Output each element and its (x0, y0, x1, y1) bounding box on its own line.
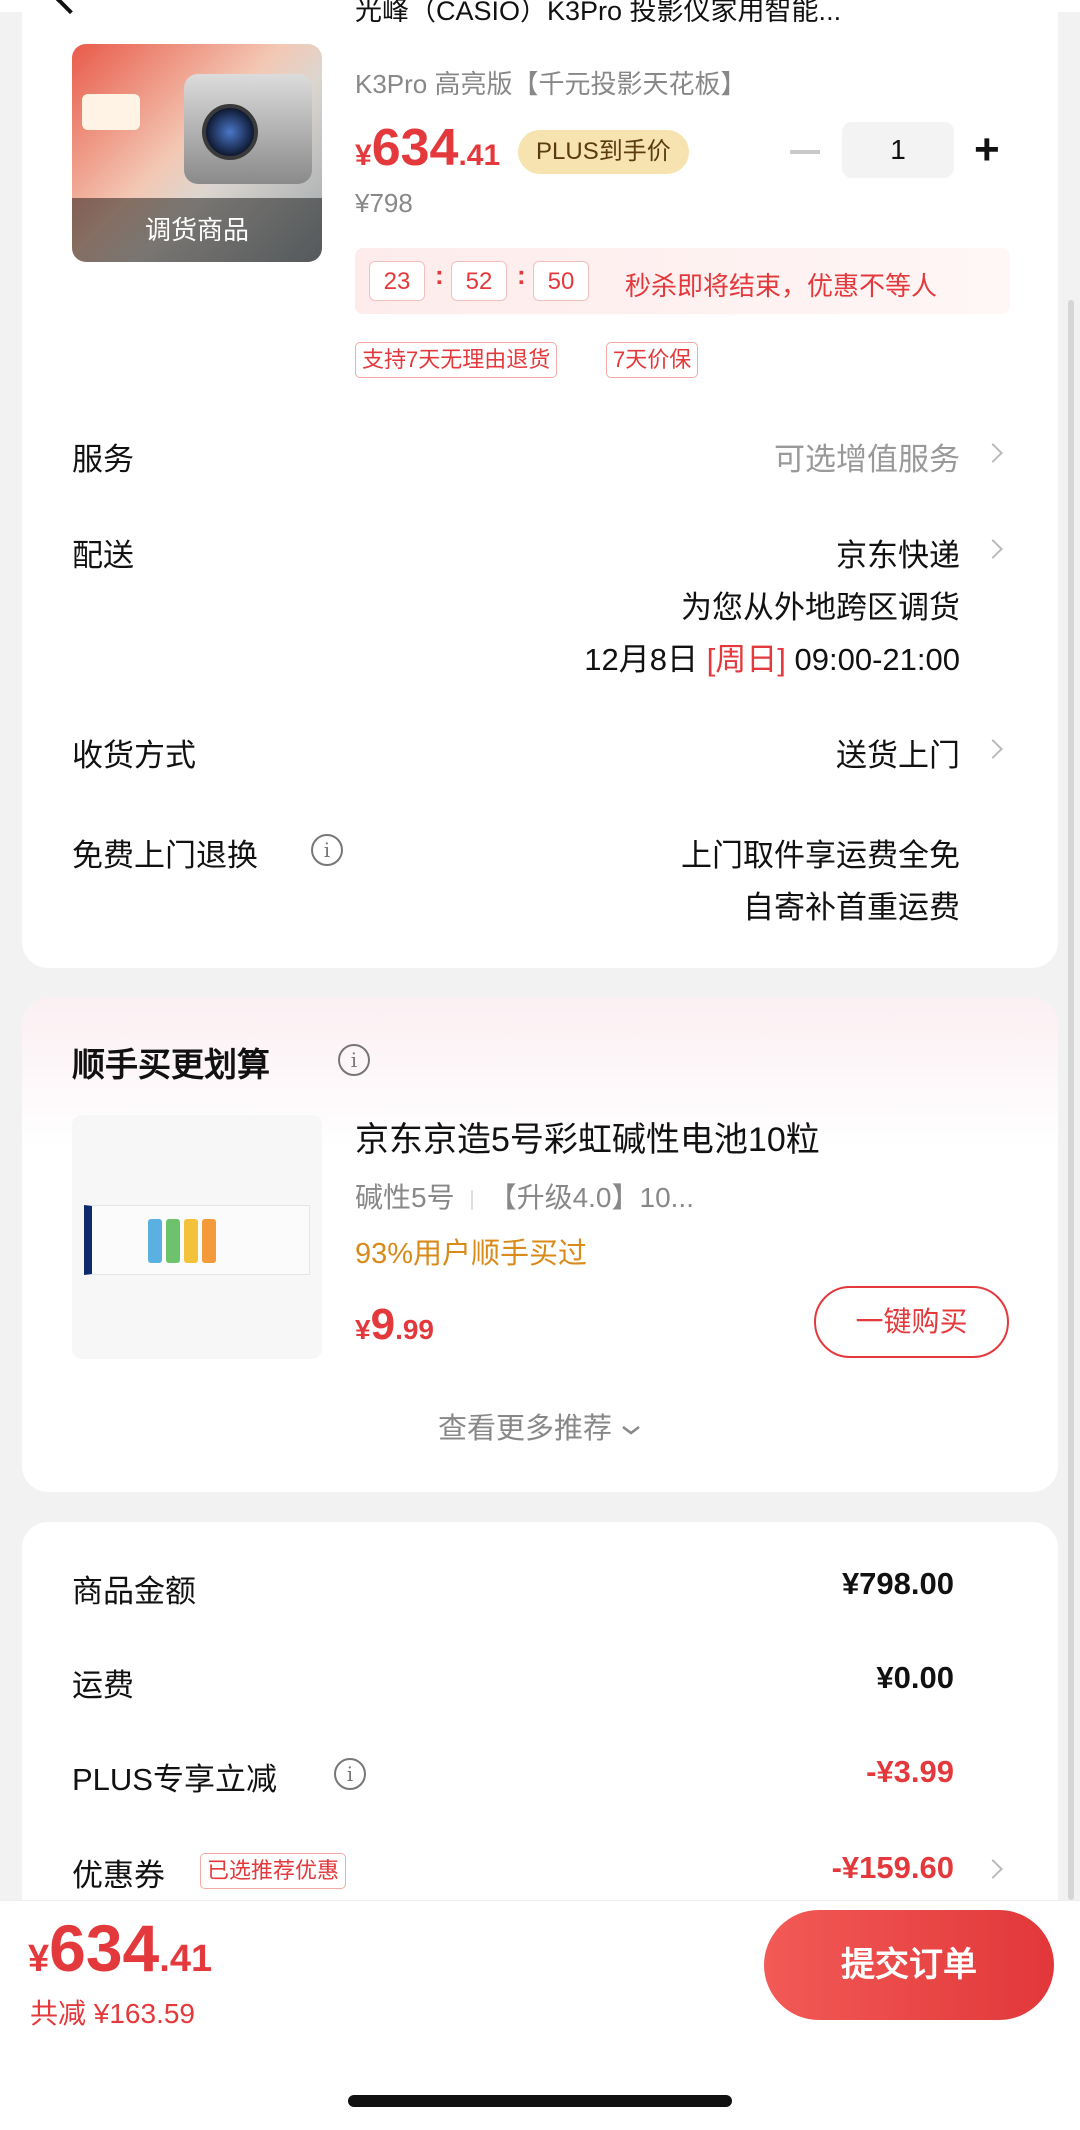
plus-discount-value: -¥3.99 (866, 1754, 954, 1789)
free-return-value-1: 上门取件享运费全免 (681, 838, 960, 873)
price-protect-tag[interactable]: 7天价保 (606, 342, 699, 378)
home-indicator[interactable] (348, 2095, 732, 2107)
delivery-window: 12月8日 [周日] 09:00-21:00 (584, 634, 960, 679)
original-price: ¥798 (355, 188, 413, 218)
more-recommendations-label: 查看更多推荐 (437, 1413, 612, 1445)
price-decimal: .99 (395, 1314, 434, 1345)
scrollbar[interactable] (1068, 300, 1074, 1900)
countdown-seconds: 50 (533, 261, 589, 301)
delivery-label: 配送 (72, 538, 134, 573)
more-recommendations-link[interactable]: 查看更多推荐 (0, 1405, 1080, 1447)
delivery-carrier[interactable]: 京东快递 (836, 530, 960, 575)
one-click-buy-button[interactable]: 一键购买 (814, 1286, 1009, 1358)
shipping-fee-label: 运费 (72, 1668, 134, 1703)
receive-method-label: 收货方式 (72, 738, 196, 773)
countdown-separator: : (517, 260, 526, 290)
addon-product-spec[interactable]: 碱性5号 【升级4.0】10... (355, 1176, 694, 1216)
coupon-label: 优惠券 (72, 1858, 165, 1893)
addon-product-image[interactable] (72, 1115, 322, 1359)
receive-method-value[interactable]: 送货上门 (836, 730, 960, 775)
info-icon[interactable]: i (338, 1044, 370, 1076)
addon-bought-stat: 93%用户顺手买过 (355, 1238, 588, 1270)
countdown-separator: : (435, 260, 444, 290)
promo-sticker (82, 94, 140, 130)
quantity-input[interactable]: 1 (842, 122, 954, 178)
goods-amount-value: ¥798.00 (841, 1566, 954, 1601)
free-return-label: 免费上门退换 (72, 838, 258, 873)
service-value[interactable]: 可选增值服务 (774, 434, 960, 479)
price-currency: ¥ (28, 1938, 50, 1980)
chevron-down-icon (622, 1426, 640, 1435)
price-decimal: .41 (159, 1938, 213, 1980)
price-currency: ¥ (355, 139, 372, 172)
delivery-time: 09:00-21:00 (794, 642, 960, 677)
price-decimal: .41 (458, 139, 501, 172)
product-image[interactable]: 调货商品 (72, 44, 322, 262)
battery-graphic (166, 1219, 180, 1263)
price-currency: ¥ (355, 1314, 371, 1345)
price-integer: 634 (371, 119, 459, 177)
addon-price: ¥9.99 (355, 1300, 434, 1350)
addon-section-title: 顺手买更划算 (72, 1046, 270, 1083)
free-return-value-2: 自寄补首重运费 (743, 890, 960, 925)
delivery-weekday: [周日] (706, 642, 786, 677)
product-spec[interactable]: K3Pro 高亮版【千元投影天花板】 (355, 64, 747, 101)
product-title[interactable]: 光峰（CASIO）K3Pro 投影仪家用智能... (355, 0, 1035, 40)
price-integer: 9 (370, 1300, 396, 1349)
battery-graphic (184, 1219, 198, 1263)
lens-graphic (202, 104, 258, 160)
shipping-fee-value: ¥0.00 (876, 1660, 954, 1695)
countdown-hours: 23 (369, 261, 425, 301)
return-policy-tag[interactable]: 支持7天无理由退货 (355, 342, 558, 378)
coupon-recommended-tag: 已选推荐优惠 (200, 1853, 347, 1889)
flash-sale-bar: 23 : 52 : 50 秒杀即将结束，优惠不等人 (355, 248, 1010, 314)
transfer-goods-label: 调货商品 (72, 198, 322, 262)
delivery-note: 为您从外地跨区调货 (681, 590, 960, 625)
plus-price-badge: PLUS到手价 (518, 130, 689, 174)
quantity-minus-button[interactable] (790, 150, 820, 154)
plus-discount-label: PLUS专享立减 (72, 1762, 277, 1797)
divider (470, 1189, 473, 1210)
coupon-value[interactable]: -¥159.60 (832, 1850, 954, 1886)
delivery-date: 12月8日 (584, 642, 699, 677)
flash-sale-text: 秒杀即将结束，优惠不等人 (625, 271, 938, 301)
price-integer: 634 (49, 1911, 160, 1985)
home-indicator-area (0, 2040, 1080, 2130)
goods-amount-label: 商品金额 (72, 1574, 196, 1609)
battery-graphic (202, 1219, 216, 1263)
service-label: 服务 (72, 442, 134, 477)
addon-product-name[interactable]: 京东京造5号彩虹碱性电池10粒 (355, 1112, 820, 1161)
total-price: ¥634.41 (28, 1910, 212, 1986)
submit-order-button[interactable]: 提交订单 (764, 1910, 1054, 2020)
countdown-minutes: 52 (451, 261, 507, 301)
info-icon[interactable]: i (311, 834, 343, 866)
quantity-plus-button[interactable]: + (974, 128, 1000, 172)
info-icon[interactable]: i (334, 1758, 366, 1790)
total-saved[interactable]: 共减 ¥163.59 (30, 1992, 195, 2032)
battery-graphic (148, 1219, 162, 1263)
addon-spec-type: 碱性5号 (355, 1182, 455, 1213)
product-price: ¥634.41 (355, 118, 500, 178)
addon-spec-version: 【升级4.0】10... (488, 1182, 694, 1213)
